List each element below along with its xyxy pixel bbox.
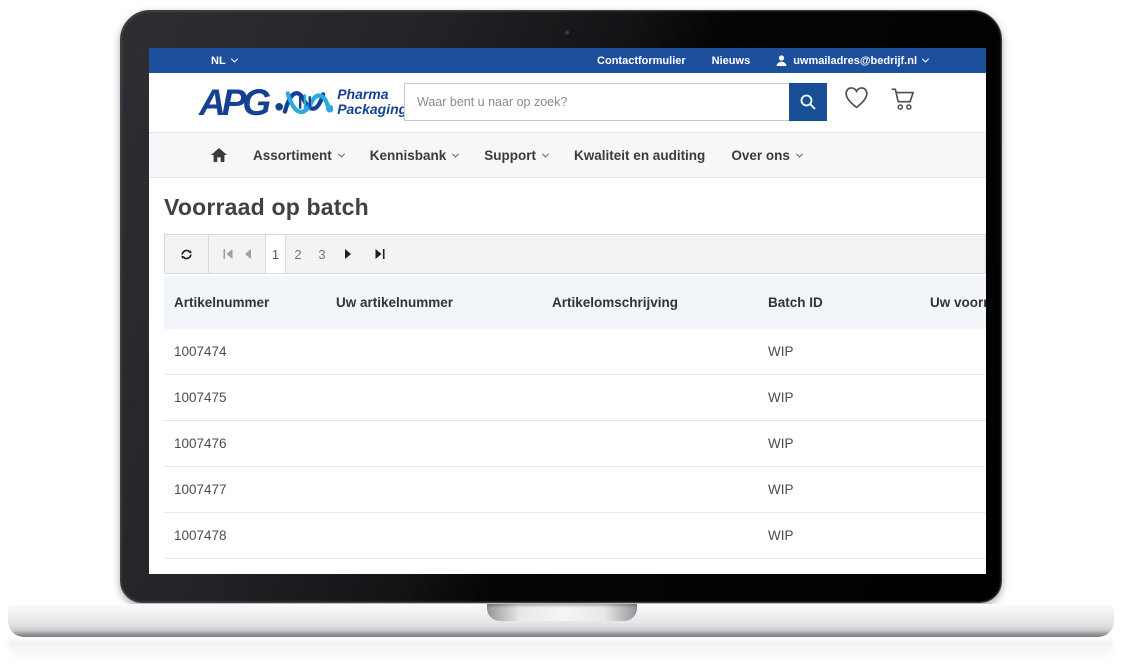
refresh-icon	[179, 247, 194, 262]
account-menu[interactable]: uwmailadres@bedrijf.nl	[776, 55, 928, 67]
table-row[interactable]: 1007475 WIP	[164, 375, 986, 421]
cart-icon	[890, 86, 918, 112]
home-icon	[211, 148, 227, 162]
nav-label: Kennisbank	[370, 148, 447, 163]
topbar-link-label: Contactformulier	[597, 55, 686, 67]
cart-button[interactable]	[890, 86, 918, 117]
last-page-button[interactable]	[362, 235, 398, 273]
nav-item-kennisbank[interactable]: Kennisbank	[370, 148, 459, 163]
topbar: NL Contactformulier Nieuws uwmailadres@b…	[149, 48, 986, 73]
pager-prev-group	[209, 235, 266, 273]
prev-page-icon	[244, 249, 252, 259]
topbar-link-nieuws[interactable]: Nieuws	[712, 55, 751, 67]
nav-label: Over ons	[731, 148, 790, 163]
nav-home-button[interactable]	[211, 148, 227, 162]
search-box	[404, 83, 827, 121]
prev-page-button[interactable]	[244, 249, 252, 259]
column-header-artikelnummer: Artikelnummer	[164, 295, 326, 310]
table-row[interactable]: 1007474 WIP	[164, 329, 986, 375]
cell-artikelnummer: 1007474	[164, 344, 326, 359]
logo-tagline: Pharma Packaging	[337, 87, 407, 116]
next-page-icon	[344, 249, 352, 259]
cell-batch-id: WIP	[758, 482, 920, 497]
page-title: Voorraad op batch	[164, 194, 369, 221]
main-nav: Assortiment Kennisbank Support Kwaliteit…	[149, 132, 986, 178]
pagination-toolbar: 1 2 3	[164, 234, 986, 274]
page-number[interactable]: 3	[310, 235, 334, 273]
dna-helix-icon	[275, 81, 333, 123]
laptop-bezel: NL Contactformulier Nieuws uwmailadres@b…	[120, 10, 1002, 603]
topbar-link-contactformulier[interactable]: Contactformulier	[597, 55, 686, 67]
column-header-uw-voorraad: Uw voorraad	[920, 295, 986, 310]
account-email: uwmailadres@bedrijf.nl	[793, 55, 917, 67]
column-header-artikelomschrijving: Artikelomschrijving	[542, 295, 758, 310]
heart-icon	[843, 86, 870, 110]
cell-batch-id: WIP	[758, 344, 920, 359]
cell-artikelnummer: 1007477	[164, 482, 326, 497]
chevron-down-icon	[231, 56, 238, 63]
nav-item-kwaliteit-en-auditing[interactable]: Kwaliteit en auditing	[574, 148, 705, 163]
column-header-uw-artikelnummer: Uw artikelnummer	[326, 295, 542, 310]
nav-item-assortiment[interactable]: Assortiment	[253, 148, 344, 163]
page-number[interactable]: 2	[286, 235, 310, 273]
table-header-row: Artikelnummer Uw artikelnummer Artikelom…	[164, 276, 986, 329]
table-row[interactable]: 1007476 WIP	[164, 421, 986, 467]
laptop-screen: NL Contactformulier Nieuws uwmailadres@b…	[149, 48, 986, 574]
nav-item-over-ons[interactable]: Over ons	[731, 148, 802, 163]
nav-label: Kwaliteit en auditing	[574, 148, 705, 163]
chevron-down-icon	[452, 150, 459, 157]
wishlist-button[interactable]	[843, 86, 870, 115]
user-icon	[776, 55, 787, 66]
chevron-down-icon	[338, 150, 345, 157]
search-button[interactable]	[789, 83, 827, 121]
column-header-batch-id: Batch ID	[758, 295, 920, 310]
nav-label: Support	[484, 148, 536, 163]
search-input[interactable]	[404, 83, 789, 121]
nav-label: Assortiment	[253, 148, 332, 163]
cell-artikelnummer: 1007475	[164, 390, 326, 405]
batch-table: Artikelnummer Uw artikelnummer Artikelom…	[164, 276, 986, 559]
language-selector[interactable]: NL	[211, 55, 237, 67]
topbar-link-label: Nieuws	[712, 55, 751, 67]
cell-artikelnummer: 1007478	[164, 528, 326, 543]
site-logo[interactable]: APG Pharma Packaging	[199, 81, 407, 123]
table-row[interactable]: 1007477 WIP	[164, 467, 986, 513]
site-header: APG Pharma Packaging	[149, 73, 986, 132]
laptop-reflection	[8, 640, 1114, 666]
table-row[interactable]: 1007478 WIP	[164, 513, 986, 559]
last-page-icon	[375, 249, 385, 259]
chevron-down-icon	[796, 150, 803, 157]
first-page-button[interactable]	[223, 249, 233, 259]
logo-acronym: APG	[199, 84, 275, 121]
cell-batch-id: WIP	[758, 528, 920, 543]
next-page-button[interactable]	[334, 235, 362, 273]
chevron-down-icon	[922, 56, 929, 63]
cell-batch-id: WIP	[758, 436, 920, 451]
cell-batch-id: WIP	[758, 390, 920, 405]
page-content: Voorraad op batch	[149, 178, 986, 574]
laptop-base-notch	[487, 604, 637, 621]
language-label: NL	[211, 55, 226, 67]
nav-item-support[interactable]: Support	[484, 148, 548, 163]
cell-artikelnummer: 1007476	[164, 436, 326, 451]
refresh-button[interactable]	[165, 235, 209, 273]
page-number-current[interactable]: 1	[266, 235, 286, 273]
chevron-down-icon	[542, 150, 549, 157]
webcam-dot	[564, 30, 571, 37]
first-page-icon	[223, 249, 233, 259]
search-icon	[799, 93, 817, 111]
